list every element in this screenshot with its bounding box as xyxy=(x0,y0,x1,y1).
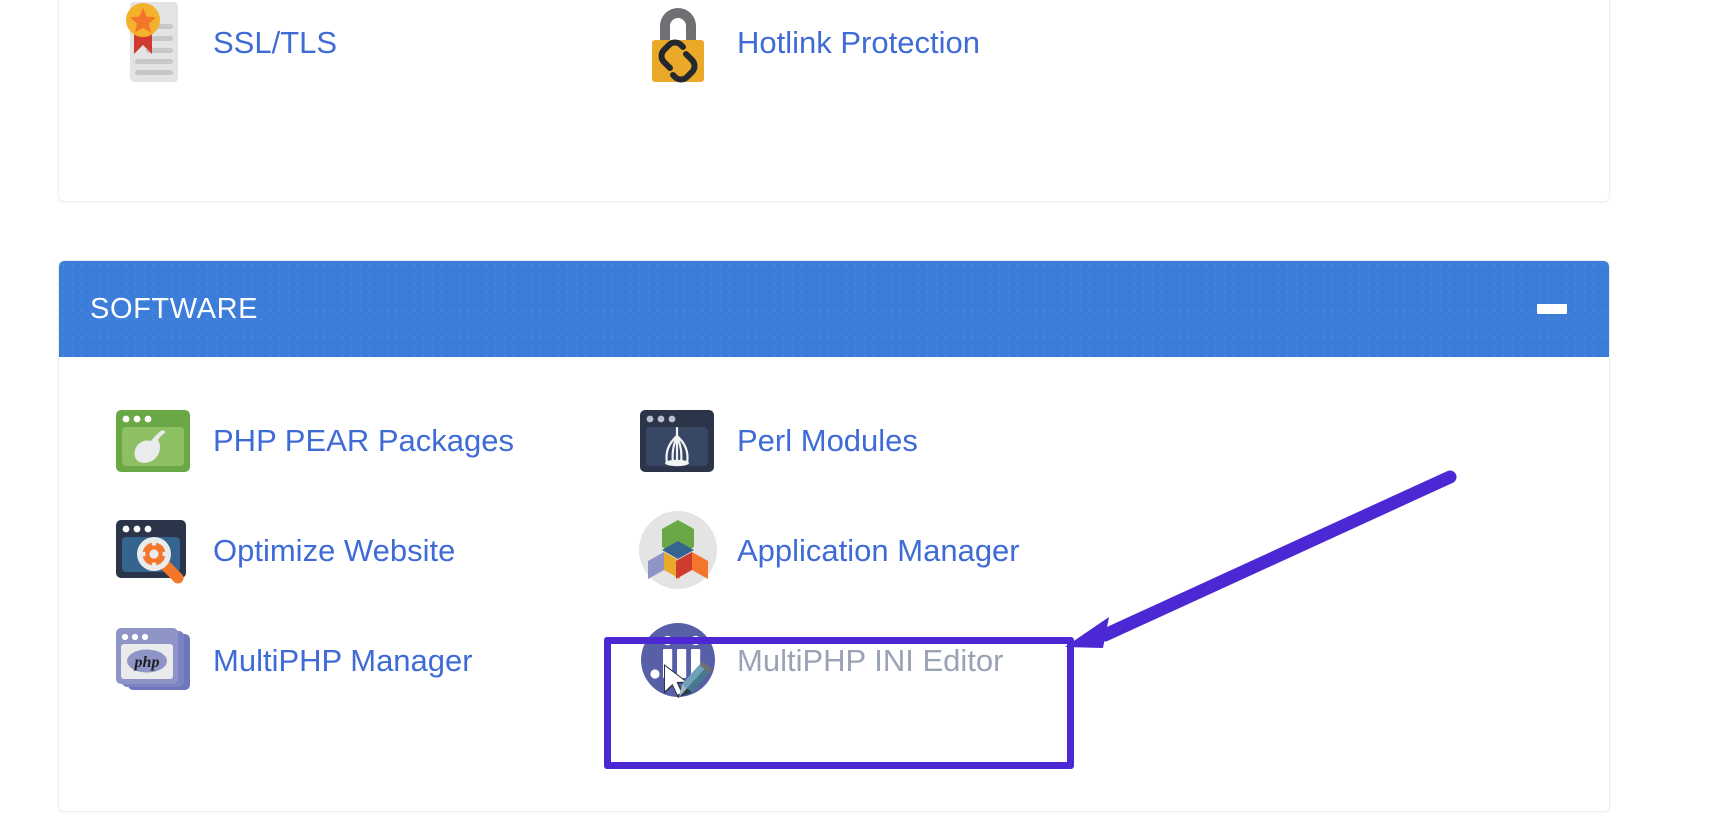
item-application-manager[interactable]: Application Manager xyxy=(579,495,1099,605)
item-label: Application Manager xyxy=(737,535,1020,566)
perl-modules-icon xyxy=(634,396,722,484)
software-items-grid: PHP PEAR Packages xyxy=(59,357,1609,755)
collapse-section-button[interactable] xyxy=(1535,292,1569,326)
software-section-card: SOFTWARE xyxy=(58,260,1610,812)
item-row: SSL/TLS Hotlink Prot xyxy=(59,0,1609,97)
svg-text:php: php xyxy=(133,654,160,671)
item-multiphp-manager[interactable]: php MultiPHP Manager xyxy=(59,605,579,715)
item-label: Optimize Website xyxy=(213,535,455,566)
minus-icon xyxy=(1537,304,1567,314)
item-row: php MultiPHP Manager xyxy=(59,605,1609,715)
ssl-certificate-icon xyxy=(110,0,198,86)
security-section-card: SSL/TLS Hotlink Prot xyxy=(58,0,1610,202)
security-items-grid: SSL/TLS Hotlink Prot xyxy=(59,0,1609,137)
application-manager-icon xyxy=(634,506,722,594)
php-pear-packages-icon xyxy=(110,396,198,484)
multiphp-manager-icon: php xyxy=(110,616,198,704)
item-row: PHP PEAR Packages xyxy=(59,385,1609,495)
padlock-link-icon xyxy=(634,0,722,86)
item-label: MultiPHP Manager xyxy=(213,645,473,676)
cpanel-page: SSL/TLS Hotlink Prot xyxy=(0,0,1715,828)
item-label: Hotlink Protection xyxy=(737,27,980,58)
optimize-website-icon xyxy=(110,506,198,594)
item-label: SSL/TLS xyxy=(213,27,337,58)
item-optimize-website[interactable]: Optimize Website xyxy=(59,495,579,605)
item-label: Perl Modules xyxy=(737,425,918,456)
item-label: MultiPHP INI Editor xyxy=(737,645,1003,676)
item-php-pear-packages[interactable]: PHP PEAR Packages xyxy=(59,385,579,495)
item-ssl-tls[interactable]: SSL/TLS xyxy=(59,0,579,97)
section-title: SOFTWARE xyxy=(90,293,258,326)
item-multiphp-ini-editor[interactable]: MultiPHP INI Editor xyxy=(579,605,1099,715)
software-section-header: SOFTWARE xyxy=(59,261,1609,357)
item-hotlink-protection[interactable]: Hotlink Protection xyxy=(579,0,1099,97)
item-row: Optimize Website A xyxy=(59,495,1609,605)
item-perl-modules[interactable]: Perl Modules xyxy=(579,385,1099,495)
item-label: PHP PEAR Packages xyxy=(213,425,514,456)
multiphp-ini-editor-icon xyxy=(634,616,722,704)
